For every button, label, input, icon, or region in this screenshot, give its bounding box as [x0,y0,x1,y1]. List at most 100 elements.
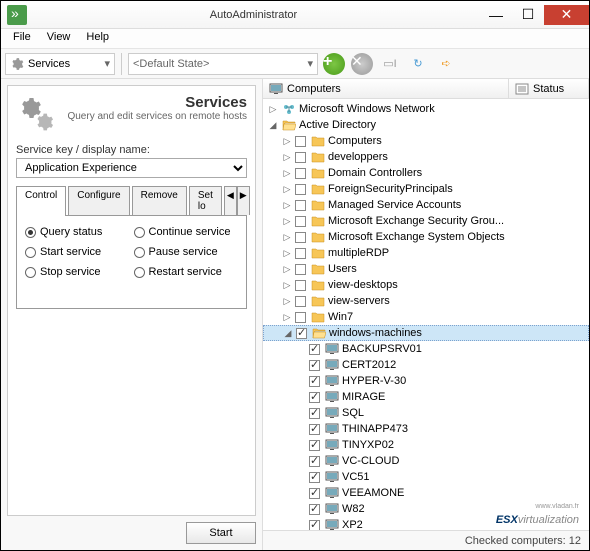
checkbox[interactable] [295,184,306,195]
tab-set-local[interactable]: Set lo [189,186,222,215]
tree-machine-backupsrv01[interactable]: BACKUPSRV01 [263,341,589,357]
radio-query-status[interactable]: Query status [25,226,130,238]
tree-ad-msa[interactable]: ▷Managed Service Accounts [263,197,589,213]
checkbox[interactable] [295,280,306,291]
column-computers[interactable]: Computers [263,79,509,98]
tree-machine-xp2[interactable]: XP2 [263,517,589,530]
checkbox[interactable] [295,296,306,307]
tree-ad-fsp[interactable]: ▷ForeignSecurityPrincipals [263,181,589,197]
tree-ad-win7[interactable]: ▷Win7 [263,309,589,325]
tree-ad-dc[interactable]: ▷ Domain Controllers [263,165,589,181]
menubar: File View Help [1,29,589,49]
tab-scroll-right[interactable]: ▶ [237,186,250,215]
column-status[interactable]: Status [509,79,589,98]
tree-ad-developpers[interactable]: ▷developpers [263,149,589,165]
tree-machine-tinyxp02[interactable]: TINYXP02 [263,437,589,453]
rename-button[interactable]: ▭I [378,52,402,76]
tree-ad-meso[interactable]: ▷Microsoft Exchange System Objects [263,229,589,245]
expander-icon[interactable]: ▷ [281,184,293,195]
tree-ad-vserv[interactable]: ▷view-servers [263,293,589,309]
tree-ad-users[interactable]: ▷Users [263,261,589,277]
expander-icon[interactable]: ▷ [281,136,293,147]
start-button[interactable]: Start [186,522,256,544]
tree-machine-veeamone[interactable]: VEEAMONE [263,485,589,501]
expander-icon[interactable]: ▷ [281,216,293,227]
expander-icon[interactable]: ▷ [267,104,279,115]
checkbox[interactable] [295,312,306,323]
checkbox[interactable] [309,520,320,531]
checkbox[interactable] [309,360,320,371]
checkbox[interactable] [309,440,320,451]
expander-icon[interactable]: ▷ [281,248,293,259]
checkbox[interactable] [309,472,320,483]
delete-button[interactable]: ✕ [350,52,374,76]
tree-machine-mirage[interactable]: MIRAGE [263,389,589,405]
expander-icon[interactable]: ◢ [282,328,294,339]
maximize-button[interactable]: ☐ [512,5,544,25]
tree-machine-vc51[interactable]: VC51 [263,469,589,485]
checkbox[interactable] [309,392,320,403]
checkbox[interactable] [309,504,320,515]
expander-icon[interactable]: ▷ [281,296,293,307]
checkbox[interactable] [309,488,320,499]
tree-ad-computers[interactable]: ▷Computers [263,133,589,149]
menu-view[interactable]: View [39,29,79,48]
expander-icon[interactable]: ▷ [281,232,293,243]
tree-machine-sql[interactable]: SQL [263,405,589,421]
tree-machine-vc-cloud[interactable]: VC-CLOUD [263,453,589,469]
radio-continue-service[interactable]: Continue service [134,226,239,238]
state-selector[interactable]: <Default State> [128,53,318,75]
radio-restart-service[interactable]: Restart service [134,266,239,278]
checkbox[interactable] [295,200,306,211]
computer-tree[interactable]: ▷Microsoft Windows Network◢Active Direct… [263,99,589,530]
tree-ms-windows-network[interactable]: ▷Microsoft Windows Network [263,101,589,117]
tab-configure[interactable]: Configure [68,186,129,215]
expander-icon[interactable]: ▷ [281,152,293,163]
tree-ad-vdesk[interactable]: ▷view-desktops [263,277,589,293]
tree-machine-cert2012[interactable]: CERT2012 [263,357,589,373]
expander-icon[interactable]: ▷ [281,200,293,211]
add-button[interactable]: + [322,52,346,76]
go-button[interactable]: ➪ [434,52,458,76]
expander-icon[interactable]: ▷ [281,312,293,323]
checkbox[interactable] [295,136,306,147]
tree-machine-thinapp473[interactable]: THINAPP473 [263,421,589,437]
tree-machine-w82[interactable]: W82 [263,501,589,517]
radio-stop-service[interactable]: Stop service [25,266,130,278]
service-key-select[interactable]: Application Experience [16,158,247,178]
tree-active-directory[interactable]: ◢Active Directory [263,117,589,133]
expander-icon[interactable]: ▷ [281,280,293,291]
checkbox[interactable] [309,424,320,435]
minimize-button[interactable]: — [480,5,512,25]
radio-start-service[interactable]: Start service [25,246,130,258]
radio-pause-service[interactable]: Pause service [134,246,239,258]
checkbox[interactable] [295,232,306,243]
close-button[interactable]: ✕ [544,5,589,25]
expander-icon[interactable]: ▷ [281,168,293,179]
refresh-button[interactable]: ↻ [406,52,430,76]
checkbox[interactable] [295,216,306,227]
tree-machine-hyper-v-30[interactable]: HYPER-V-30 [263,373,589,389]
tab-scroll-left[interactable]: ◀ [224,186,237,215]
expander-icon[interactable]: ▷ [281,264,293,275]
checkbox[interactable] [309,456,320,467]
expander-icon[interactable]: ◢ [267,120,279,131]
checkbox[interactable] [295,248,306,259]
menu-help[interactable]: Help [78,29,117,48]
module-selector[interactable]: Services [5,53,115,75]
tab-control[interactable]: Control [16,186,66,215]
checkbox[interactable] [309,344,320,355]
checkbox[interactable] [295,264,306,275]
checkbox[interactable] [295,152,306,163]
checkbox[interactable] [309,408,320,419]
tree-ad-mesg[interactable]: ▷Microsoft Exchange Security Grou... [263,213,589,229]
checkbox[interactable] [296,328,307,339]
menu-file[interactable]: File [5,29,39,48]
tree-ad-windows-machines[interactable]: ◢windows-machines [263,325,589,341]
node-label: Domain Controllers [328,167,422,179]
tree-ad-multi[interactable]: ▷multipleRDP [263,245,589,261]
checkbox[interactable] [309,376,320,387]
checkbox[interactable] [295,168,306,179]
tab-remove[interactable]: Remove [132,186,187,215]
node-label: TINYXP02 [342,439,394,451]
